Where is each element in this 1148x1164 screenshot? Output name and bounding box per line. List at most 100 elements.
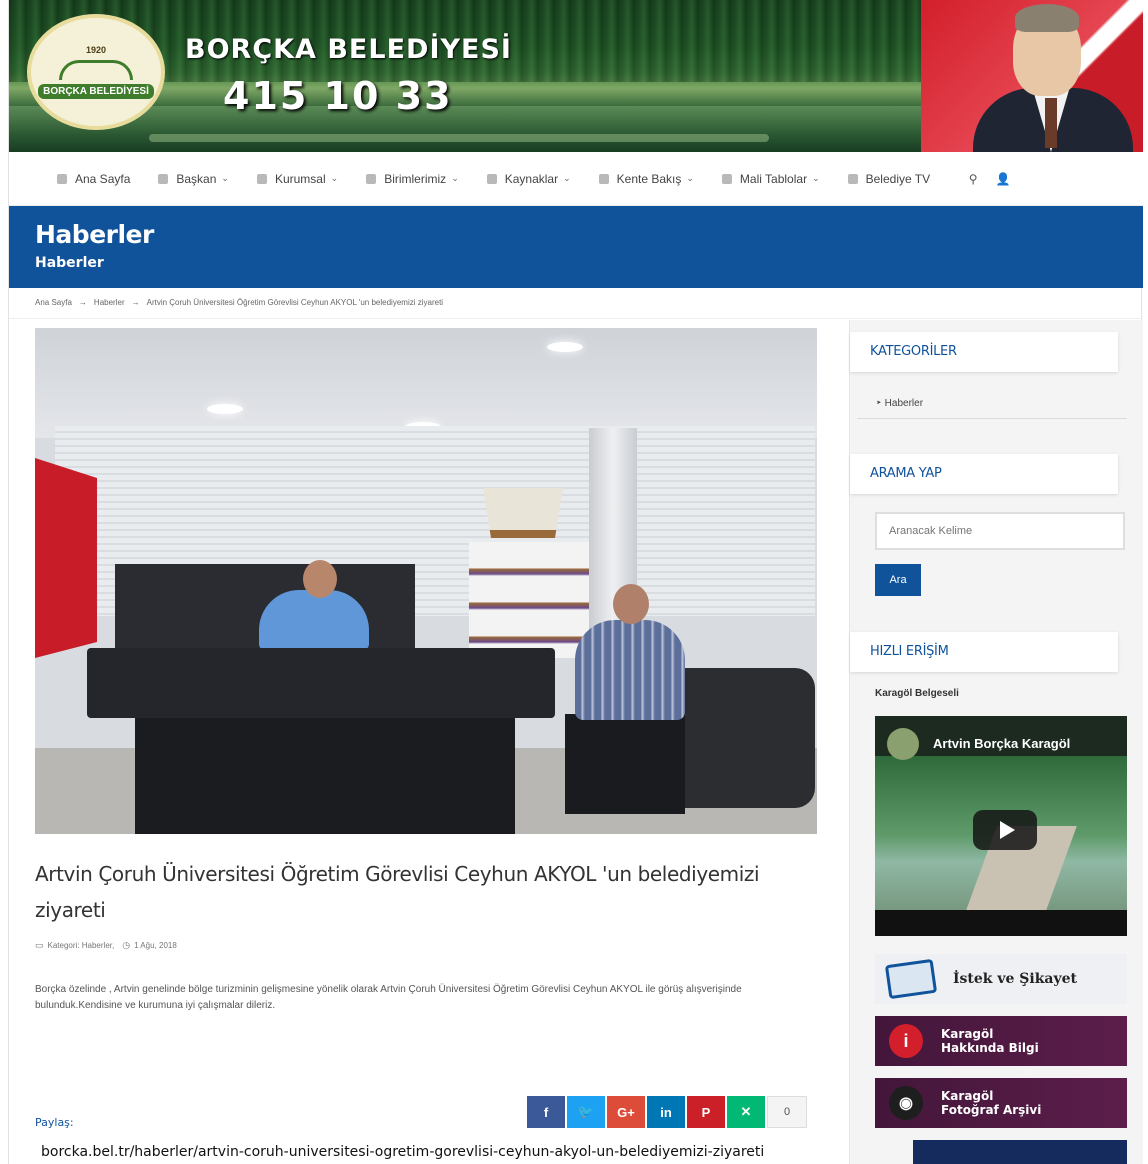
municipality-logo[interactable]: 1920 BORÇKA BELEDİYESİ xyxy=(27,14,165,130)
play-button[interactable] xyxy=(973,810,1037,850)
main-nav: Ana Sayfa Başkan ⌄ Kurumsal ⌄ Birimlerim… xyxy=(9,152,1143,206)
page-title-bar: Haberler Haberler xyxy=(9,206,1143,288)
photo-bookshelf xyxy=(469,542,589,658)
promo-line: Karagöl xyxy=(941,1027,994,1041)
ataturk-portrait-image xyxy=(921,0,1143,152)
linkedin-share-button[interactable]: in xyxy=(647,1096,685,1128)
home-icon xyxy=(57,173,67,184)
nav-label: Belediye TV xyxy=(865,171,931,186)
page-subtitle: Haberler xyxy=(35,255,104,271)
tv-icon xyxy=(847,173,858,184)
book-icon xyxy=(486,173,497,184)
user-card-icon xyxy=(158,173,169,184)
divider xyxy=(857,418,1127,419)
nav-label: Kurumsal xyxy=(274,171,326,186)
sidebar-category-item[interactable]: ‣ Haberler xyxy=(876,398,923,409)
promo-line: Hakkında Bilgi xyxy=(941,1041,1039,1055)
building-icon xyxy=(256,173,267,184)
search-input[interactable] xyxy=(875,512,1125,550)
nav-label: Kaynaklar xyxy=(504,171,559,186)
nav-item-ana-sayfa[interactable]: Ana Sayfa xyxy=(57,172,130,186)
photo-turkish-flag xyxy=(35,458,97,658)
chevron-down-icon: ⌄ xyxy=(812,173,820,183)
promo-line: Karagöl xyxy=(941,1089,994,1103)
karagol-photo-text: Karagöl Fotoğraf Arşivi xyxy=(941,1089,1041,1117)
breadcrumb-haberler-link[interactable]: Haberler xyxy=(94,298,125,307)
complaint-banner[interactable]: İstek ve Şikayet xyxy=(875,954,1127,1004)
channel-avatar[interactable] xyxy=(887,728,919,760)
breadcrumb-arrow-icon: → xyxy=(131,298,140,307)
page: 1920 BORÇKA BELEDİYESİ BORÇKA BELEDİYESİ… xyxy=(8,0,1143,1164)
breadcrumb-home-link[interactable]: Ana Sayfa xyxy=(35,298,72,307)
divider xyxy=(9,318,1143,319)
page-title: Haberler xyxy=(35,220,154,249)
nav-item-kaynaklar[interactable]: Kaynaklar ⌄ xyxy=(486,171,571,186)
twitter-share-button[interactable]: 🐦 xyxy=(567,1096,605,1128)
chevron-down-icon: ⌄ xyxy=(330,173,339,183)
photo-ceiling-lamp xyxy=(207,404,243,414)
nav-item-mali-tablolar[interactable]: Mali Tablolar ⌄ xyxy=(721,171,820,186)
folder-icon: ▭ xyxy=(35,940,44,950)
logo-bridge-icon xyxy=(59,60,133,80)
breadcrumb: Ana Sayfa → Haberler → Artvin Çoruh Üniv… xyxy=(35,298,443,307)
nav-item-kurumsal[interactable]: Kurumsal ⌄ xyxy=(256,171,339,186)
quick-access-label: Karagöl Belgeseli xyxy=(875,688,959,699)
facebook-share-button[interactable]: f xyxy=(527,1096,565,1128)
breadcrumb-current: Artvin Çoruh Üniversitesi Öğretim Görevl… xyxy=(146,298,444,307)
photo-person-legs xyxy=(565,714,685,814)
share-buttons: f 🐦 G+ in P ✕ 0 xyxy=(527,1096,807,1128)
sidebar-categories-title: KATEGORİLER xyxy=(850,332,1118,372)
logo-name: BORÇKA BELEDİYESİ xyxy=(38,84,154,99)
nav-item-birimlerimiz[interactable]: Birimlerimiz ⌄ xyxy=(366,172,459,186)
portrait-hair xyxy=(1015,4,1079,32)
chevron-down-icon: ⌄ xyxy=(563,173,571,183)
form-hand-icon xyxy=(884,958,938,1000)
photo-ceiling-lamp xyxy=(547,342,583,352)
info-icon: i xyxy=(889,1024,923,1058)
camera-icon: ◉ xyxy=(889,1086,923,1120)
banner-phone: 415 10 33 xyxy=(223,74,453,118)
article-meta: ▭ Kategori: Haberler, ◷ 1 Ağu, 2018 xyxy=(35,940,177,951)
portrait-tie xyxy=(1045,98,1057,148)
nav-item-kente-bakis[interactable]: Kente Bakış ⌄ xyxy=(598,171,694,186)
play-icon xyxy=(999,821,1015,839)
breadcrumb-arrow-icon: → xyxy=(78,298,87,307)
logo-year: 1920 xyxy=(85,45,107,55)
karagol-info-text: Karagöl Hakkında Bilgi xyxy=(941,1027,1039,1055)
search-icon[interactable]: ⚲ xyxy=(958,172,988,186)
photo-desk-front xyxy=(135,718,515,834)
photo-person-visitor xyxy=(575,620,685,720)
chevron-down-icon: ⌄ xyxy=(221,173,229,183)
video-player[interactable]: Artvin Borçka Karagöl xyxy=(875,716,1127,936)
status-bar-url: borcka.bel.tr/haberler/artvin-coruh-univ… xyxy=(35,1140,771,1164)
banner-reflection xyxy=(149,134,769,142)
money-icon xyxy=(721,173,732,184)
article-title: Artvin Çoruh Üniversitesi Öğretim Görevl… xyxy=(35,862,760,922)
promo-line: Fotoğraf Arşivi xyxy=(941,1103,1042,1117)
sidebar-search-title: ARAMA YAP xyxy=(850,454,1118,494)
google-plus-share-button[interactable]: G+ xyxy=(607,1096,645,1128)
xing-share-button[interactable]: ✕ xyxy=(727,1096,765,1128)
banner-title: BORÇKA BELEDİYESİ xyxy=(185,34,512,65)
video-bottom-bar xyxy=(875,910,1127,936)
video-title[interactable]: Artvin Borçka Karagöl xyxy=(933,736,1070,751)
article-category[interactable]: Kategori: Haberler, xyxy=(48,941,115,950)
nav-item-belediye-tv[interactable]: Belediye TV xyxy=(847,171,931,186)
pinterest-share-button[interactable]: P xyxy=(687,1096,725,1128)
sidebar-banner-strip[interactable] xyxy=(913,1140,1127,1164)
search-button[interactable]: Ara xyxy=(875,564,921,596)
photo-person-head xyxy=(303,560,337,598)
clock-icon: ◷ xyxy=(122,940,131,950)
karagol-info-banner[interactable]: i Karagöl Hakkında Bilgi xyxy=(875,1016,1127,1066)
share-count: 0 xyxy=(767,1096,807,1128)
map-pin-icon xyxy=(598,173,609,184)
photo-ship-model xyxy=(483,488,563,538)
nav-label: Mali Tablolar xyxy=(739,171,808,186)
nav-label: Kente Bakış xyxy=(616,171,682,186)
photo-person-seated xyxy=(259,590,369,650)
karagol-photo-archive-banner[interactable]: ◉ Karagöl Fotoğraf Arşivi xyxy=(875,1078,1127,1128)
nav-item-baskan[interactable]: Başkan ⌄ xyxy=(158,172,229,186)
photo-person-head xyxy=(613,584,649,624)
user-icon[interactable]: 👤 xyxy=(988,172,1018,186)
nav-label: Birimlerimiz xyxy=(384,171,447,186)
